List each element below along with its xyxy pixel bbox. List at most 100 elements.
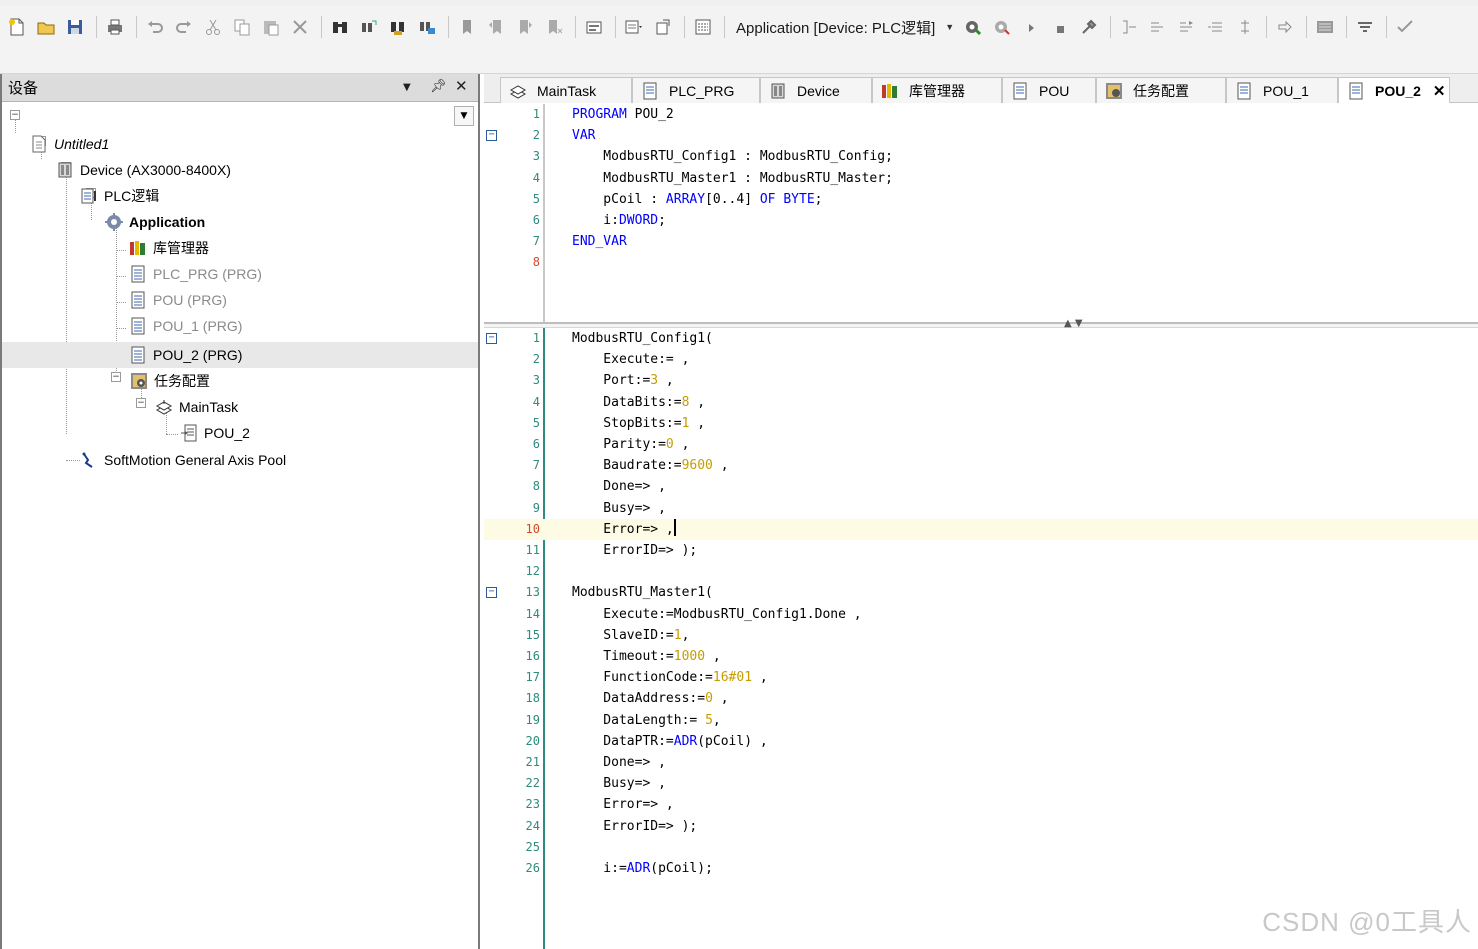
replace-icon[interactable] [356, 14, 382, 40]
monitor-icon[interactable] [1312, 14, 1338, 40]
declaration-editor[interactable]: 1 PROGRAM POU_2 − 2 VAR 3 ModbusRTU_Config1 :… [484, 104, 1478, 322]
tree-item-softmotion[interactable]: SoftMotion General Axis Pool [80, 448, 286, 472]
config-icon[interactable] [690, 14, 716, 40]
copy-icon[interactable] [229, 14, 255, 40]
collapse-toggle[interactable]: − [136, 398, 146, 408]
logout-icon[interactable] [989, 14, 1015, 40]
tab-task-config[interactable]: 任务配置 [1096, 77, 1226, 103]
code-line[interactable]: − 2 VAR [484, 125, 1478, 146]
tree-item-task-config[interactable]: 任务配置 [130, 369, 210, 393]
tab-pou[interactable]: POU [1002, 77, 1096, 103]
filter-icon[interactable] [1352, 14, 1378, 40]
login-icon[interactable] [960, 14, 986, 40]
tree-item-plc-logic[interactable]: PLC逻辑 [80, 184, 159, 208]
tab-plc-prg[interactable]: PLC_PRG [632, 77, 760, 103]
bookmark-icon[interactable] [454, 14, 480, 40]
code-line[interactable]: 2 Execute:= , [484, 349, 1478, 370]
tree-dropdown-button[interactable]: ▼ [454, 106, 474, 126]
code-line[interactable]: 11 ErrorID=> ); [484, 540, 1478, 561]
application-selector[interactable]: Application [Device: PLC逻辑] ▼ [730, 14, 960, 40]
cut-icon[interactable] [200, 14, 226, 40]
redo-icon[interactable] [171, 14, 197, 40]
stop-icon[interactable] [1047, 14, 1073, 40]
tree-item-task-pou[interactable]: POU_2 [180, 421, 250, 445]
chevron-down-icon[interactable]: ▼ [945, 22, 954, 32]
code-line[interactable]: 21 Done=> , [484, 752, 1478, 773]
step-into-icon[interactable] [1174, 14, 1200, 40]
code-line[interactable]: 18 DataAddress:=0 , [484, 688, 1478, 709]
bookmark-prev-icon[interactable] [483, 14, 509, 40]
code-line[interactable]: 9 Busy=> , [484, 498, 1478, 519]
tab-device[interactable]: Device [760, 77, 872, 103]
code-line[interactable]: 17 FunctionCode:=16#01 , [484, 667, 1478, 688]
bookmark-next-icon[interactable] [512, 14, 538, 40]
save-icon[interactable] [62, 14, 88, 40]
breakpoint-icon[interactable] [1232, 14, 1258, 40]
code-line[interactable]: 1 PROGRAM POU_2 [484, 104, 1478, 125]
code-line[interactable]: 25 [484, 837, 1478, 858]
tree-item-pou-2[interactable]: POU_2 (PRG) [129, 343, 242, 367]
code-line[interactable]: 20 DataPTR:=ADR(pCoil) , [484, 731, 1478, 752]
undo-icon[interactable] [142, 14, 168, 40]
panel-menu-icon[interactable]: ▼ [403, 82, 411, 93]
collapse-toggle[interactable]: − [10, 110, 20, 120]
implementation-editor[interactable]: −1 ModbusRTU_Config1(2 Execute:= ,3 Port:… [484, 328, 1478, 949]
step-out-icon[interactable] [1203, 14, 1229, 40]
code-line[interactable]: 12 [484, 561, 1478, 582]
run-icon[interactable] [1018, 14, 1044, 40]
code-line[interactable]: 26 i:=ADR(pCoil); [484, 858, 1478, 879]
code-line[interactable]: 24 ErrorID=> ); [484, 816, 1478, 837]
tree-item-project[interactable]: Untitled1 [30, 132, 109, 156]
pin-icon[interactable]: 📌︎ [430, 79, 447, 94]
close-icon[interactable]: ✕ [1433, 82, 1446, 100]
code-line[interactable]: 23 Error=> , [484, 794, 1478, 815]
code-line[interactable]: 15 SlaveID:=1, [484, 625, 1478, 646]
code-line[interactable]: 5 StopBits:=1 , [484, 413, 1478, 434]
tree-item-plc-prg[interactable]: PLC_PRG (PRG) [129, 262, 262, 286]
code-line[interactable]: − 1 ModbusRTU_Config1( [484, 328, 1478, 349]
tree-item-pou[interactable]: POU (PRG) [129, 288, 227, 312]
tools-icon[interactable] [1076, 14, 1102, 40]
code-line[interactable]: 14 Execute:=ModbusRTU_Config1.Done , [484, 604, 1478, 625]
tree-item-pou-1[interactable]: POU_1 (PRG) [129, 314, 242, 338]
code-line[interactable]: 7 Baudrate:=9600 , [484, 455, 1478, 476]
print-icon[interactable] [102, 14, 128, 40]
tree-item-device[interactable]: Device (AX3000-8400X) [56, 158, 231, 182]
tree-item-application[interactable]: Application [105, 210, 205, 234]
code-line[interactable]: 19 DataLength:= 5, [484, 710, 1478, 731]
new-icon[interactable] [4, 14, 30, 40]
verify-icon[interactable] [1392, 14, 1418, 40]
code-line[interactable]: 6 i:DWORD; [484, 210, 1478, 231]
code-line[interactable]: 6 Parity:=0 , [484, 434, 1478, 455]
delete-icon[interactable] [287, 14, 313, 40]
code-line[interactable]: 5 pCoil : ARRAY[0..4] OF BYTE; [484, 189, 1478, 210]
step-icon[interactable] [1116, 14, 1142, 40]
tab-library-manager[interactable]: 库管理器 [872, 77, 1002, 103]
find-icon[interactable] [327, 14, 353, 40]
code-line[interactable]: 4 DataBits:=8 , [484, 392, 1478, 413]
code-line[interactable]: 8 Done=> , [484, 476, 1478, 497]
close-icon[interactable]: ✕ [455, 77, 468, 95]
next-statement-icon[interactable] [1272, 14, 1298, 40]
find-in-project-icon[interactable] [385, 14, 411, 40]
code-line[interactable]: 10 Error=> , [484, 518, 1478, 540]
code-line[interactable]: 22 Busy=> , [484, 773, 1478, 794]
code-line[interactable]: 16 Timeout:=1000 , [484, 646, 1478, 667]
compile-icon[interactable] [581, 14, 607, 40]
browse-icon[interactable] [414, 14, 440, 40]
code-line[interactable]: 7 END_VAR [484, 231, 1478, 252]
code-line[interactable]: 8 [484, 252, 1478, 273]
code-line[interactable]: − 13 ModbusRTU_Master1( [484, 582, 1478, 603]
bookmark-clear-icon[interactable] [541, 14, 567, 40]
tab-maintask[interactable]: MainTask [500, 77, 632, 103]
code-line[interactable]: 3 Port:=3 , [484, 370, 1478, 391]
tree-item-library-manager[interactable]: 库管理器 [129, 236, 209, 260]
step-over-icon[interactable] [1145, 14, 1171, 40]
code-line[interactable]: 4 ModbusRTU_Master1 : ModbusRTU_Master; [484, 168, 1478, 189]
tab-pou-1[interactable]: POU_1 [1226, 77, 1338, 103]
fold-toggle-icon[interactable]: − [486, 587, 497, 599]
fold-toggle-icon[interactable]: − [486, 130, 497, 142]
tree-item-main-task[interactable]: MainTask [155, 395, 238, 419]
open-icon[interactable] [33, 14, 59, 40]
output-icon[interactable] [650, 14, 676, 40]
